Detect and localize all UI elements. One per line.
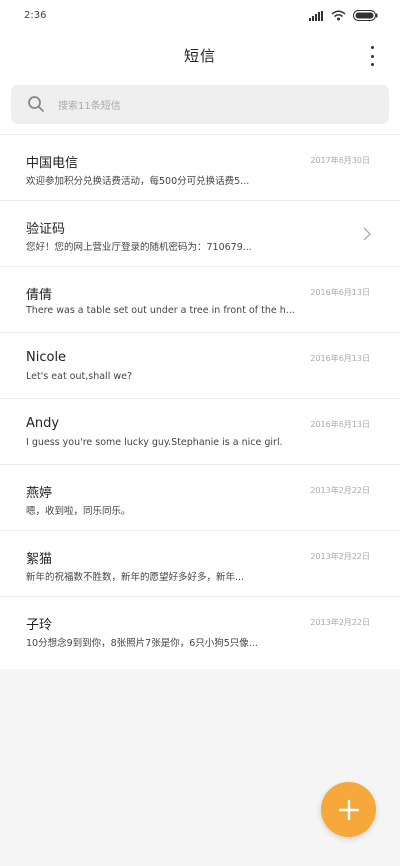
- page-title: 短信: [183, 47, 216, 65]
- message-sender: Nicole: [26, 350, 67, 365]
- message-preview: There was a table set out under a tree i…: [26, 305, 295, 316]
- message-sender: 子玲: [26, 618, 53, 633]
- menu-dot: [370, 54, 374, 58]
- message-preview: I guess you're some lucky guy.Stephanie …: [26, 437, 283, 448]
- message-preview: 您好！您的网上营业厅登录的随机密码为：710679...: [26, 242, 252, 253]
- message-date: 2016年6月13日: [310, 288, 370, 297]
- search-placeholder: 搜索11条短信: [58, 101, 121, 112]
- message-preview: 新年的祝福数不胜数，新年的愿望好多好多，新年...: [26, 572, 245, 583]
- signal-icon: [309, 10, 323, 21]
- message-date: 2016年6月13日: [310, 354, 370, 363]
- list-item[interactable]: Nicole 2016年6月13日 Let's eat out,shall we…: [0, 333, 400, 399]
- message-sender: 中国电信: [26, 156, 79, 171]
- message-sender: Andy: [26, 416, 60, 431]
- list-item[interactable]: 倩倩 2016年6月13日 There was a table set out …: [0, 267, 400, 333]
- list-item[interactable]: Andy 2016年6月13日 I guess you're some luck…: [0, 399, 400, 465]
- new-message-button[interactable]: [321, 782, 376, 837]
- chevron-right-icon: [363, 227, 371, 241]
- message-date: 2017年6月30日: [310, 156, 370, 165]
- wifi-icon: [331, 10, 346, 21]
- list-item[interactable]: 子玲 2013年2月22日 10分想念9到到你，8张照片7张是你，6只小狗5只像…: [0, 597, 400, 663]
- plus-icon: [338, 799, 359, 820]
- message-preview: 欢迎参加积分兑换话费活动，每500分可兑换话费5...: [26, 176, 250, 187]
- message-sender: 燕婷: [26, 486, 53, 501]
- list-item[interactable]: 中国电信 2017年6月30日 欢迎参加积分兑换话费活动，每500分可兑换话费5…: [0, 135, 400, 201]
- more-options-button[interactable]: [366, 46, 378, 66]
- message-date: 2013年2月22日: [310, 618, 370, 627]
- message-list: 中国电信 2017年6月30日 欢迎参加积分兑换话费活动，每500分可兑换话费5…: [0, 134, 400, 669]
- message-sender: 倩倩: [26, 288, 53, 303]
- battery-icon: [353, 10, 378, 21]
- list-item[interactable]: 絮猫 2013年2月22日 新年的祝福数不胜数，新年的愿望好多好多，新年...: [0, 531, 400, 597]
- list-item[interactable]: 燕婷 2013年2月22日 嗯，收到啦，同乐同乐。: [0, 465, 400, 531]
- message-date: 2013年2月22日: [310, 552, 370, 561]
- more-vertical-icon: [370, 46, 374, 49]
- message-date: 2013年2月22日: [310, 486, 370, 495]
- message-date: 2016年6月13日: [310, 420, 370, 429]
- search-icon: [28, 96, 44, 112]
- message-preview: 10分想念9到到你，8张照片7张是你，6只小狗5只像...: [26, 638, 258, 649]
- list-item[interactable]: 验证码 您好！您的网上营业厅登录的随机密码为：710679...: [0, 201, 400, 267]
- status-time: 2:36: [24, 10, 47, 21]
- app-header: 短信: [0, 34, 400, 78]
- message-sender: 絮猫: [26, 552, 53, 567]
- message-preview: 嗯，收到啦，同乐同乐。: [26, 506, 131, 517]
- search-input[interactable]: 搜索11条短信: [11, 85, 389, 124]
- message-sender: 验证码: [26, 222, 66, 237]
- status-bar: 2:36: [0, 0, 400, 34]
- search-area: 搜索11条短信: [0, 78, 400, 134]
- message-preview: Let's eat out,shall we?: [26, 371, 133, 382]
- status-icons: [309, 10, 378, 21]
- menu-dot: [370, 63, 374, 66]
